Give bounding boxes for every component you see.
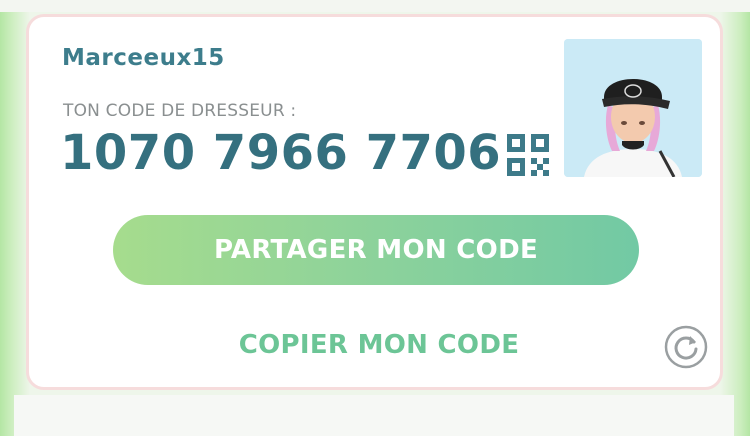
copy-code-button[interactable]: COPIER MON CODE: [209, 325, 549, 365]
trainer-code-label: TON CODE DE DRESSEUR :: [63, 101, 297, 121]
qr-code-icon[interactable]: [505, 132, 551, 178]
bottom-panel: [14, 395, 734, 436]
username: Marceeux15: [62, 45, 225, 71]
refresh-icon[interactable]: [663, 324, 709, 370]
top-background-strip: [0, 0, 750, 12]
trainer-code-value[interactable]: 1070 7966 7706: [60, 125, 501, 181]
trainer-code-card: Marceeux15 TON CODE DE DRESSEUR : 1070 7…: [26, 14, 723, 390]
share-code-button[interactable]: PARTAGER MON CODE: [113, 215, 639, 285]
trainer-avatar[interactable]: [564, 39, 702, 177]
